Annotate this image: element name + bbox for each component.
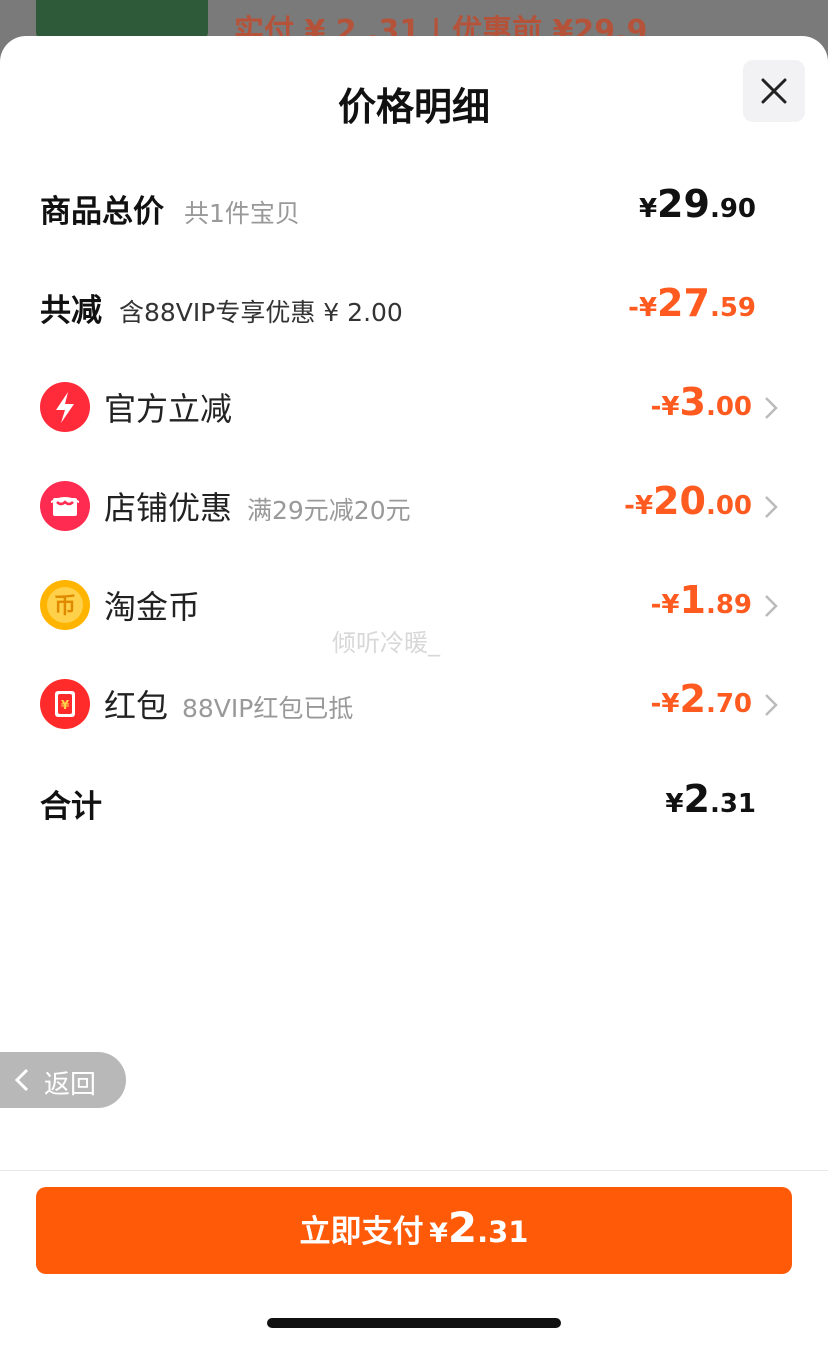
product-thumbnail [36,0,208,40]
back-button[interactable]: 返回 [0,1052,126,1108]
official-discount-amount: -¥3.00 [650,380,752,424]
row-store-discount[interactable]: 店铺优惠 满29元减20元 -¥20.00 [0,471,828,541]
row-red-packet[interactable]: ¥ 红包 88VIP红包已抵 -¥2.70 [0,669,828,739]
divider [0,1170,828,1171]
pay-amount-int: 2 [447,1203,478,1252]
store-icon [40,481,90,531]
red-packet-amount: -¥2.70 [650,677,752,721]
price-detail-sheet: 价格明细 商品总价 共1件宝贝 ¥29.90 共减 含88VIP专享优惠 ¥ 2… [0,36,828,1346]
sum-amount: ¥2.31 [665,777,756,821]
svg-text:币: 币 [54,594,76,619]
home-indicator [267,1318,561,1328]
chevron-right-icon [765,397,778,419]
total-discount-sub: 含88VIP专享优惠 ¥ 2.00 [119,298,403,327]
watermark: 倾听冷暖_ [332,629,440,657]
red-packet-sub: 88VIP红包已抵 [182,694,354,723]
row-sum: 合计 ¥2.31 [0,769,828,839]
row-total-discount: 共减 含88VIP专享优惠 ¥ 2.00 -¥27.59 [0,273,828,343]
pay-amount-dec: .31 [477,1215,529,1249]
store-discount-label: 店铺优惠 [104,489,233,527]
red-packet-icon: ¥ [40,679,90,729]
row-official-discount[interactable]: 官方立减 -¥3.00 [0,372,828,442]
chevron-right-icon [765,595,778,617]
chevron-right-icon [765,496,778,518]
store-discount-sub: 满29元减20元 [247,496,411,525]
close-icon [761,78,787,104]
svg-text:¥: ¥ [61,698,70,712]
chevron-left-icon [14,1068,29,1092]
total-price-label: 商品总价 [40,194,164,230]
close-button[interactable] [743,60,805,122]
total-discount-amount: -¥27.59 [628,281,756,325]
total-discount-label: 共减 [40,293,102,329]
lightning-icon [40,382,90,432]
pay-now-button[interactable]: 立即支付 ¥2.31 [36,1187,792,1274]
red-packet-label: 红包 [104,687,169,725]
pay-currency: ¥ [429,1218,448,1249]
official-discount-label: 官方立减 [104,390,233,428]
taobao-coins-amount: -¥1.89 [650,578,752,622]
store-discount-amount: -¥20.00 [624,479,752,523]
pay-label: 立即支付 [299,1214,424,1250]
chevron-right-icon [765,694,778,716]
coin-icon: 币 [40,580,90,630]
back-label: 返回 [44,1070,97,1100]
row-total-price: 商品总价 共1件宝贝 ¥29.90 [0,174,828,244]
total-price-sub: 共1件宝贝 [184,199,300,228]
total-price-amount: ¥29.90 [638,182,756,226]
taobao-coins-label: 淘金币 [104,588,201,626]
sum-label: 合计 [40,789,102,825]
sheet-title: 价格明细 [337,85,490,129]
